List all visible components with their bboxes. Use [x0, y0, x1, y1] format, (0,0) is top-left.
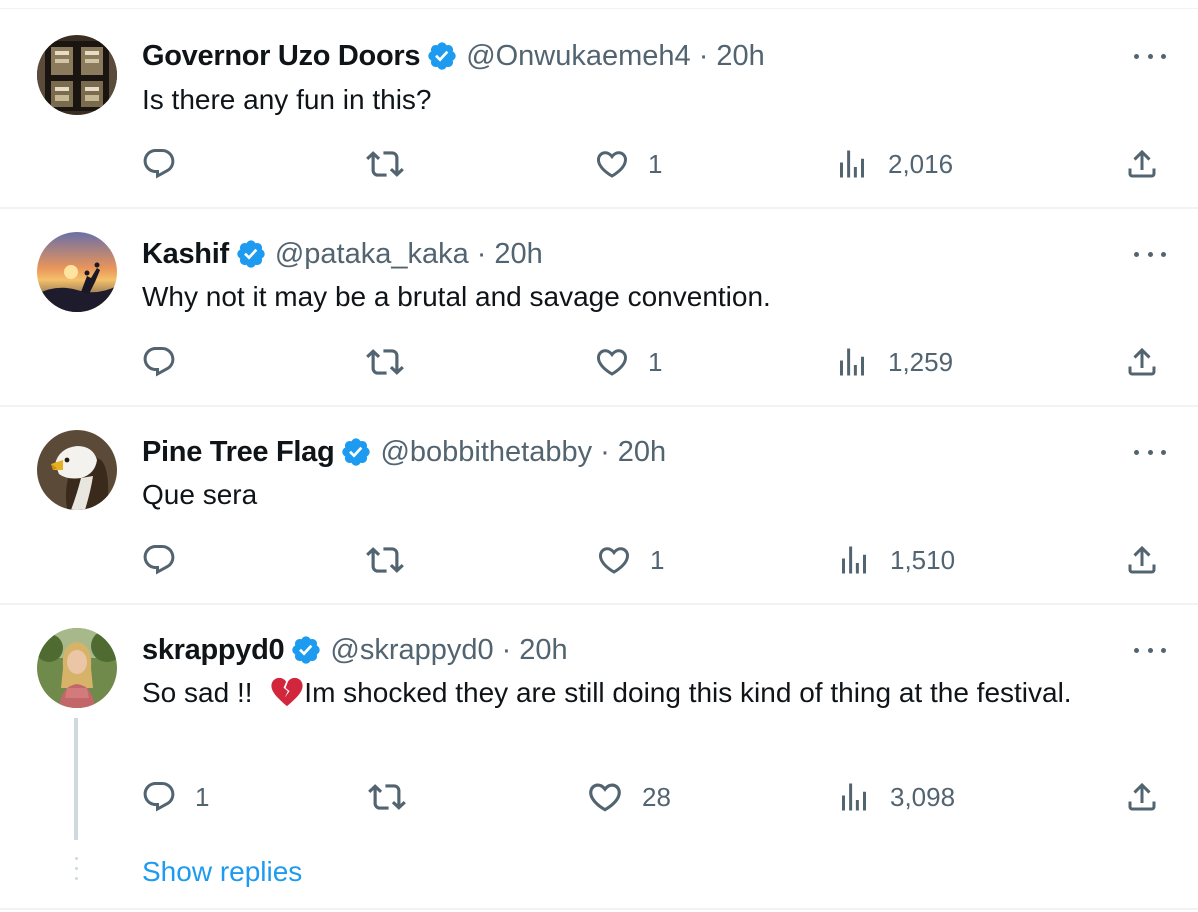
like-count: 1 [650, 544, 665, 575]
views-count: 2,016 [888, 148, 954, 179]
share-button[interactable] [1124, 540, 1160, 580]
retweet-button[interactable] [366, 144, 404, 184]
verified-badge-icon [292, 636, 321, 664]
tweet-text: So sad !! Im shocked they are still doin… [142, 673, 1132, 713]
reply-button[interactable]: 1 [141, 777, 209, 817]
share-icon [1128, 782, 1156, 811]
display-name[interactable]: Governor Uzo Doors [142, 40, 420, 73]
retweet-icon [366, 547, 404, 573]
timestamp[interactable]: 20h [494, 238, 542, 271]
top-divider [0, 8, 1198, 9]
views-button[interactable]: 1,510 [836, 540, 955, 580]
views-button[interactable]: 1,259 [834, 342, 953, 382]
views-button[interactable]: 2,016 [834, 144, 953, 184]
thread-dots [75, 857, 78, 887]
views-icon [842, 546, 866, 574]
separator-dot: · [600, 435, 610, 468]
show-replies-link[interactable]: Show replies [142, 856, 302, 888]
timestamp[interactable]: 20h [618, 436, 666, 469]
display-name[interactable]: Pine Tree Flag [142, 436, 335, 469]
like-icon [596, 151, 628, 178]
tweet-header: Kashif @pataka_kaka · 20h [142, 234, 543, 274]
like-count: 1 [648, 346, 663, 377]
verified-badge-icon [342, 438, 371, 466]
share-icon [1128, 545, 1156, 574]
thread-line [74, 718, 78, 840]
like-icon [598, 547, 630, 574]
share-button[interactable] [1124, 342, 1160, 382]
broken-heart-icon [271, 677, 303, 707]
share-button[interactable] [1124, 777, 1160, 817]
share-button[interactable] [1124, 144, 1160, 184]
reply-button[interactable] [141, 144, 195, 184]
separator-dot: · [698, 39, 709, 72]
like-icon [589, 783, 621, 812]
like-count: 28 [642, 781, 671, 812]
avatar[interactable] [37, 430, 117, 510]
views-button[interactable]: 3,098 [836, 777, 955, 817]
views-icon [842, 783, 866, 811]
share-icon [1128, 149, 1156, 178]
tweet[interactable]: Pine Tree Flag @bobbithetabby · 20h Que … [0, 407, 1198, 605]
user-handle[interactable]: @pataka_kaka [275, 238, 469, 271]
more-icon[interactable] [1134, 46, 1166, 66]
tweet[interactable]: Governor Uzo Doors @Onwukaemeh4 · 20h Is… [0, 10, 1198, 209]
tweet-header: Pine Tree Flag @bobbithetabby · 20h [142, 432, 666, 472]
user-handle[interactable]: @Onwukaemeh4 [466, 40, 691, 73]
timestamp[interactable]: 20h [716, 40, 764, 73]
retweet-icon [366, 151, 404, 177]
retweet-button[interactable] [368, 777, 406, 817]
like-button[interactable]: 28 [586, 777, 671, 817]
display-name[interactable]: Kashif [142, 238, 229, 271]
views-count: 1,510 [890, 544, 956, 575]
reply-icon [143, 545, 175, 575]
like-button[interactable]: 1 [596, 540, 664, 580]
separator-dot: · [501, 633, 512, 666]
retweet-button[interactable] [366, 342, 404, 382]
views-icon [840, 150, 864, 178]
reply-count: 1 [195, 781, 210, 812]
like-count: 1 [648, 148, 663, 179]
avatar[interactable] [37, 628, 117, 708]
reply-icon [143, 782, 175, 812]
like-icon [596, 349, 628, 376]
tweet-text: Que sera [142, 479, 258, 510]
more-icon[interactable] [1134, 640, 1166, 660]
tweet[interactable]: Kashif @pataka_kaka · 20h Why not it may… [0, 209, 1198, 407]
display-name[interactable]: skrappyd0 [142, 634, 285, 667]
views-count: 3,098 [890, 781, 956, 812]
tweet-header: skrappyd0 @skrappyd0 · 20h [142, 630, 568, 670]
avatar[interactable] [37, 35, 117, 115]
user-handle[interactable]: @skrappyd0 [330, 634, 493, 667]
views-icon [840, 348, 864, 376]
tweet-text: Is there any fun in this? [142, 84, 432, 115]
reply-icon [143, 347, 175, 377]
like-button[interactable]: 1 [594, 144, 662, 184]
user-handle[interactable]: @bobbithetabby [380, 436, 592, 469]
reply-icon [143, 149, 175, 179]
timestamp[interactable]: 20h [519, 634, 567, 667]
more-icon[interactable] [1134, 442, 1166, 462]
avatar[interactable] [37, 232, 117, 312]
views-count: 1,259 [888, 346, 954, 377]
retweet-icon [366, 349, 404, 375]
more-icon[interactable] [1134, 244, 1166, 264]
separator-dot: · [476, 237, 487, 270]
tweet-text-part: So sad !! [142, 677, 261, 708]
reply-button[interactable] [141, 342, 195, 382]
share-icon [1128, 347, 1156, 376]
retweet-icon [368, 784, 406, 810]
tweet-text-part: Im shocked they are still doing this kin… [304, 677, 1072, 708]
verified-badge-icon [237, 240, 265, 268]
tweet-text: Why not it may be a brutal and savage co… [142, 281, 771, 312]
tweet-header: Governor Uzo Doors @Onwukaemeh4 · 20h [142, 36, 765, 76]
retweet-button[interactable] [366, 540, 404, 580]
reply-button[interactable] [141, 540, 195, 580]
like-button[interactable]: 1 [594, 342, 662, 382]
verified-badge-icon [428, 42, 456, 70]
